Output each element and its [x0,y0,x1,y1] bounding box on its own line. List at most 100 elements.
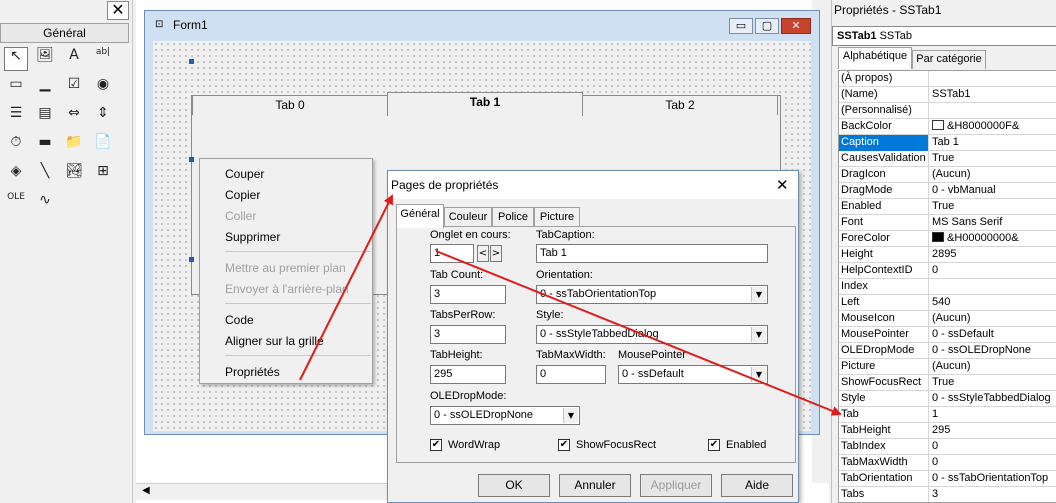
menu-item-premier-plan[interactable]: Mettre au premier plan [225,261,346,275]
tab-height-field[interactable]: 295 [430,365,506,384]
combobox-icon[interactable]: ☰ [4,105,28,129]
property-value[interactable]: (Aucun) [930,359,1056,375]
property-value[interactable]: SSTab1 [930,87,1056,103]
dialog-titlebar[interactable]: Pages de propriétés ✕ [388,171,798,199]
showfocusrect-checkbox[interactable]: ✔ [558,439,570,451]
pointer-icon[interactable]: ↖ [4,47,28,71]
picturebox-icon[interactable]: 🖼 [33,47,57,71]
menu-item-arriere-plan[interactable]: Envoyer à l'arrière-plan [225,282,349,296]
ok-button[interactable]: OK [478,474,550,497]
spin-left-button[interactable]: < [477,245,489,262]
property-row[interactable]: Index [839,279,1056,295]
data-icon[interactable]: ⊞ [91,163,115,187]
object-selector[interactable]: SSTab1 SSTab [832,26,1056,46]
chevron-down-icon[interactable]: ▼ [751,287,766,302]
property-row[interactable]: Enabled True [839,199,1056,215]
tab-police[interactable]: Police [492,207,534,227]
property-row[interactable]: DragIcon (Aucun) [839,167,1056,183]
property-row[interactable]: TabIndex 0 [839,439,1056,455]
property-row[interactable]: TabHeight 295 [839,423,1056,439]
property-row[interactable]: Tabs 3 [839,487,1056,502]
tab-general[interactable]: Général [396,204,444,228]
property-value[interactable]: MS Sans Serif [930,215,1056,231]
property-row[interactable]: (Name) SSTab1 [839,87,1056,103]
property-row[interactable]: Picture (Aucun) [839,359,1056,375]
tab-1[interactable]: Tab 1 [387,92,583,116]
label-icon[interactable]: A [62,47,86,71]
form-titlebar[interactable]: ⊡ Form1 ▭ ▢ ✕ [145,11,819,39]
tab-alphabetique[interactable]: Alphabétique [838,47,912,69]
property-value[interactable]: &H8000000F& [930,119,1056,135]
property-value[interactable]: Tab 1 [930,135,1056,151]
property-row[interactable]: (Personnalisé) [839,103,1056,119]
drivelistbox-icon[interactable]: ▬ [33,134,57,158]
menu-item-proprietes[interactable]: Propriétés [225,365,280,379]
ole-icon[interactable]: OLE [4,192,28,216]
commandbutton-icon[interactable]: ▁ [33,76,57,100]
tab-couleur[interactable]: Couleur [444,207,492,227]
property-row[interactable]: ForeColor &H00000000& [839,231,1056,247]
image-icon[interactable]: 🏞 [62,163,86,187]
vscrollbar-icon[interactable]: ⇕ [91,105,115,129]
form-close-icon[interactable]: ✕ [781,18,811,34]
property-value[interactable]: 0 [930,439,1056,455]
property-value[interactable]: True [930,151,1056,167]
sstab-icon[interactable]: ∿ [33,192,57,216]
property-grid[interactable]: (À propos) (Name) SSTab1 (Personnalisé) Back… [838,70,1056,503]
property-row[interactable]: Font MS Sans Serif [839,215,1056,231]
help-button[interactable]: Aide [721,474,793,497]
scroll-left-icon[interactable]: ◀ [142,485,150,496]
apply-button[interactable]: Appliquer [640,474,712,497]
chevron-down-icon[interactable]: ▼ [751,367,766,382]
property-row[interactable]: BackColor &H8000000F& [839,119,1056,135]
property-row[interactable]: Left 540 [839,295,1056,311]
tab-max-width-field[interactable]: 0 [536,365,606,384]
property-value[interactable]: 0 - ssStyleTabbedDialog [930,391,1056,407]
selection-handle[interactable] [189,257,194,262]
tab-caption-field[interactable]: Tab 1 [536,244,768,263]
close-icon[interactable]: ✕ [107,1,129,20]
property-value[interactable]: &H00000000& [930,231,1056,247]
tab-0[interactable]: Tab 0 [192,95,388,115]
property-value[interactable]: True [930,199,1056,215]
optionbutton-icon[interactable]: ◉ [91,76,115,100]
current-tab-field[interactable]: 1 [430,244,474,263]
toolbox-general-tab[interactable]: Général [0,23,129,43]
property-value[interactable]: (Aucun) [930,167,1056,183]
property-value[interactable]: 0 - ssTabOrientationTop [930,471,1056,487]
chevron-down-icon[interactable]: ▼ [751,327,766,342]
enabled-checkbox[interactable]: ✔ [708,439,720,451]
property-row[interactable]: (À propos) [839,71,1056,87]
property-value[interactable] [930,103,1056,119]
dirlistbox-icon[interactable]: 📁 [62,134,86,158]
property-row[interactable]: Caption Tab 1 [839,135,1056,151]
menu-item-supprimer[interactable]: Supprimer [225,230,280,244]
maximize-icon[interactable]: ▢ [755,18,779,34]
orientation-select[interactable]: 0 - ssTabOrientationTop ▼ [536,285,768,304]
property-row[interactable]: MouseIcon (Aucun) [839,311,1056,327]
chevron-down-icon[interactable]: ▼ [563,408,578,423]
selection-handle[interactable] [189,157,194,162]
property-row[interactable]: Height 2895 [839,247,1056,263]
property-value[interactable]: 540 [930,295,1056,311]
tab-picture[interactable]: Picture [534,207,580,227]
menu-item-couper[interactable]: Couper [225,167,264,181]
tab-par-categorie[interactable]: Par catégorie [912,50,986,69]
property-value[interactable]: 0 [930,263,1056,279]
tabs-per-row-field[interactable]: 3 [430,325,506,344]
timer-icon[interactable]: ⏱ [4,134,28,158]
spin-right-button[interactable]: > [490,245,502,262]
property-value[interactable] [930,279,1056,295]
menu-item-coller[interactable]: Coller [225,209,256,223]
property-row[interactable]: TabMaxWidth 0 [839,455,1056,471]
shape-icon[interactable]: ◈ [4,163,28,187]
property-value[interactable]: 3 [930,487,1056,502]
menu-item-aligner-grille[interactable]: Aligner sur la grille [225,334,324,348]
listbox-icon[interactable]: ▤ [33,105,57,129]
property-row[interactable]: TabOrientation 0 - ssTabOrientationTop [839,471,1056,487]
property-value[interactable]: True [930,375,1056,391]
checkbox-icon[interactable]: ☑ [62,76,86,100]
property-value[interactable]: 0 - vbManual [930,183,1056,199]
property-value[interactable]: 0 [930,455,1056,471]
wordwrap-checkbox[interactable]: ✔ [430,439,442,451]
